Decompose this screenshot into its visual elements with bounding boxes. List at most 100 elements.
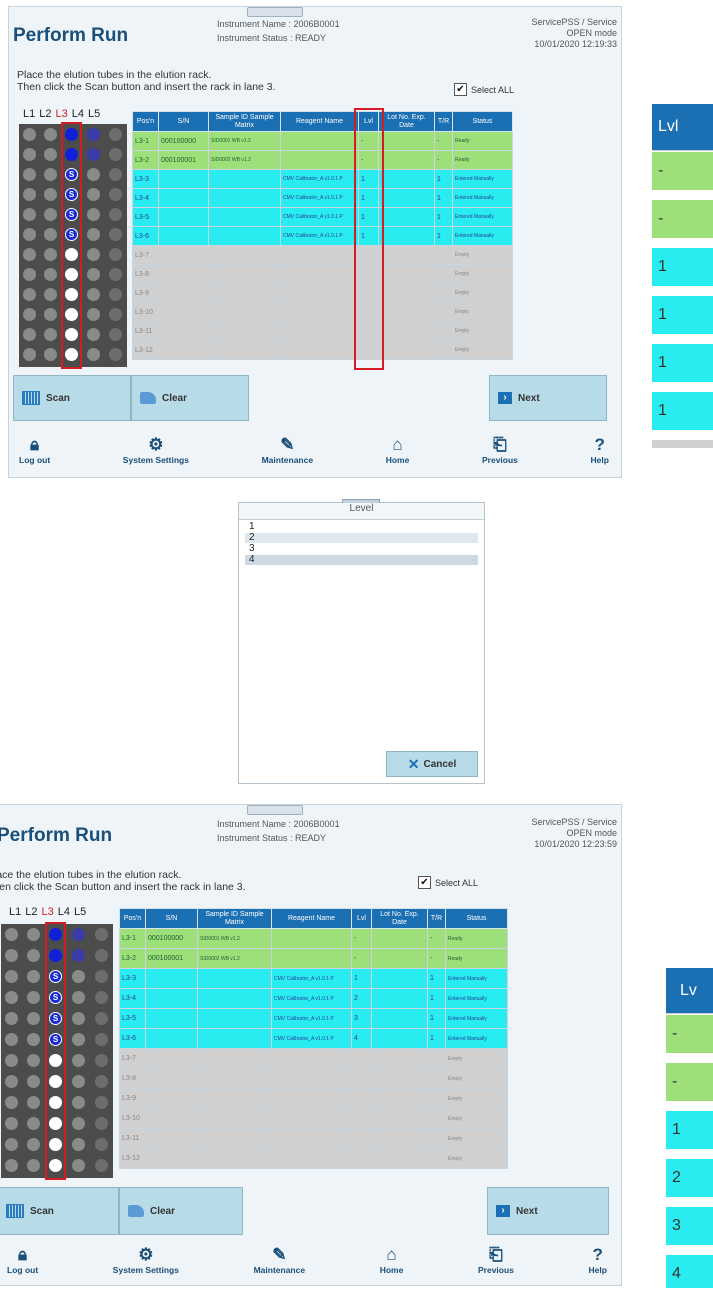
tube-slot [95,1117,108,1130]
nav-maintenance[interactable]: ✎ Maintenance [254,1245,306,1275]
table-row[interactable]: L3-3 CMV Calibrator_A v1.0.1 P 1 1 Entered M… [132,169,513,189]
lane-labels: L1 L2 L3 L4 L5 [23,108,104,120]
select-all-checkbox[interactable]: ✔ Select ALL [418,876,478,889]
table-row[interactable]: L3-7 Empty [132,245,513,265]
table-row[interactable]: L3-1 000100000 SID0001 WB v1.2- - Ready [119,928,508,949]
table-row[interactable]: L3-8 Empty [119,1068,508,1089]
table-row[interactable]: L3-9 Empty [132,283,513,303]
nav-home[interactable]: ⌂ Home [386,435,410,465]
clear-button[interactable]: Clear [131,375,249,421]
checkbox-icon[interactable]: ✔ [454,83,467,96]
cell-tr [427,1148,446,1169]
nav-logout[interactable]: 🔒︎ Log out [19,435,50,465]
tube-slot [44,168,57,181]
next-button[interactable]: › Next [487,1187,609,1235]
table-row[interactable]: L3-6 CMV Calibrator_A v1.0.1 P 1 1 Entered M… [132,226,513,246]
level-option[interactable]: 1 [245,522,478,532]
lane-labels: L1 L2 L3 L4 L5 [9,906,90,918]
cell-status: Ready [445,948,508,969]
tube-slot [87,148,100,161]
level-option[interactable]: 2 [245,533,478,543]
table-row[interactable]: L3-12 Empty [132,340,513,360]
next-button[interactable]: › Next [489,375,607,421]
zoom-lvl-cell: 1 [652,392,713,430]
tube-slot [109,188,122,201]
table-row[interactable]: L3-8 Empty [132,264,513,284]
cell-lvl[interactable] [351,1108,372,1129]
tube-slot [23,148,36,161]
table-row[interactable]: L3-6 CMV Calibrator_A v1.0.1 P 4 1 Entered M… [119,1028,508,1049]
scan-button[interactable]: Scan [0,1187,119,1235]
cell-lot [378,283,435,303]
cell-reagent [280,150,359,170]
cell-lvl[interactable]: - [351,948,372,969]
cell-tr [434,283,453,303]
table-row[interactable]: L3-12 Empty [119,1148,508,1169]
cell-lvl[interactable]: 3 [351,1008,372,1029]
table-row[interactable]: L3-10 Empty [132,302,513,322]
cell-lvl[interactable] [351,1048,372,1069]
cell-lvl[interactable]: 1 [351,968,372,989]
checkbox-icon[interactable]: ✔ [418,876,431,889]
cell-status: Ready [445,928,508,949]
lane-label: L5 [88,108,101,120]
table-row[interactable]: L3-4 CMV Calibrator_A v1.0.1 P 2 1 Entered M… [119,988,508,1009]
cell-lvl[interactable]: 2 [351,988,372,1009]
level-option[interactable]: 4 [245,555,478,565]
table-row[interactable]: L3-5 CMV Calibrator_A v1.0.1 P 1 1 Entered M… [132,207,513,227]
table-row[interactable]: L3-9 Empty [119,1088,508,1109]
table-row[interactable]: L3-7 Empty [119,1048,508,1069]
clear-button-label: Clear [162,392,188,404]
nav-previous[interactable]: ⎗ Previous [478,1245,514,1275]
cell-sn [145,1068,198,1089]
tube-slot [44,288,57,301]
arrow-right-icon: › [496,1205,510,1217]
cell-status: Empty [452,283,513,303]
tube-slot [44,268,57,281]
cell-status: Entered Manually [445,988,508,1009]
tube-slot [27,1075,40,1088]
cell-tr: 1 [427,1008,446,1029]
nav-label: System Settings [112,1265,179,1275]
tube-slot [44,148,57,161]
cell-lvl[interactable] [351,1068,372,1089]
table-row[interactable]: L3-2 000100001 SID0002 WB v1.2- - Ready [119,948,508,969]
cell-lvl[interactable] [351,1128,372,1149]
cell-lvl[interactable]: 4 [351,1028,372,1049]
rack-visual: SSSS [1,922,113,1180]
page-title: Perform Run [13,25,129,46]
header-tab[interactable] [247,7,303,17]
cancel-button[interactable]: ✕ Cancel [386,751,478,777]
nav-home[interactable]: ⌂ Home [380,1245,404,1275]
table-row[interactable]: L3-11 Empty [132,321,513,341]
table-row[interactable]: L3-5 CMV Calibrator_A v1.0.1 P 3 1 Entered M… [119,1008,508,1029]
table-row[interactable]: L3-4 CMV Calibrator_A v1.0.1 P 1 1 Entered M… [132,188,513,208]
nav-logout[interactable]: 🔒︎ Log out [7,1245,38,1275]
cell-lvl[interactable]: - [351,928,372,949]
nav-system-settings[interactable]: ⚙ System Settings [113,1245,179,1275]
nav-help[interactable]: ? Help [589,1245,607,1275]
cell-lvl[interactable] [351,1148,372,1169]
cell-sample [208,245,281,265]
column-header: T/R [427,908,446,929]
nav-previous[interactable]: ⎗ Previous [482,435,518,465]
cell-status: Empty [452,321,513,341]
cell-pos: L3-7 [132,245,159,265]
table-row[interactable]: L3-1 000100000 SID0001 WB v1.2- - Ready [132,131,513,151]
table-row[interactable]: L3-10 Empty [119,1108,508,1129]
nav-system-settings[interactable]: ⚙ System Settings [123,435,189,465]
header-tab[interactable] [247,805,303,815]
table-row[interactable]: L3-3 CMV Calibrator_A v1.0.1 P 1 1 Entered M… [119,968,508,989]
cell-sample [208,283,281,303]
cell-lvl[interactable] [351,1088,372,1109]
level-option[interactable]: 3 [245,544,478,554]
nav-maintenance[interactable]: ✎ Maintenance [262,435,314,465]
clear-button[interactable]: Clear [119,1187,243,1235]
select-all-checkbox[interactable]: ✔ Select ALL [454,83,514,96]
scan-button[interactable]: Scan [13,375,131,421]
cell-tr: 1 [427,988,446,1009]
nav-help[interactable]: ? Help [591,435,609,465]
table-row[interactable]: L3-2 000100001 SID0002 WB v1.2- - Ready [132,150,513,170]
cell-tr [427,1108,446,1129]
table-row[interactable]: L3-11 Empty [119,1128,508,1149]
